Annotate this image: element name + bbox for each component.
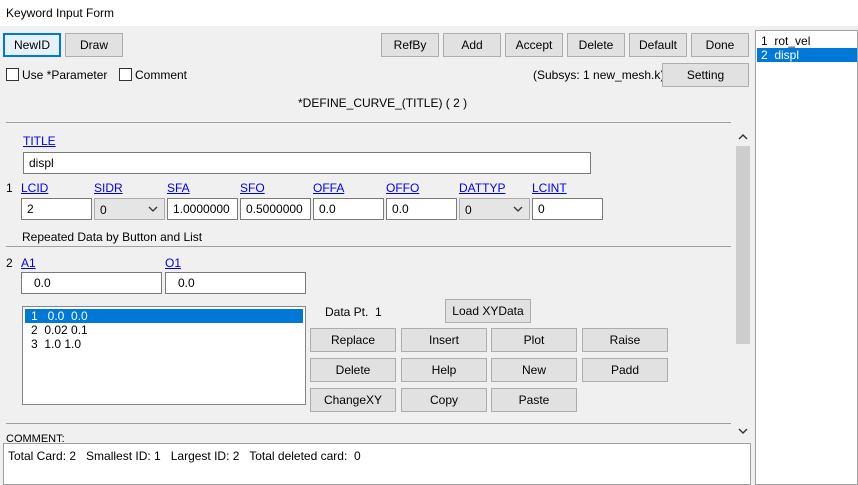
plot-button[interactable]: Plot bbox=[491, 328, 577, 352]
paste-button[interactable]: Paste bbox=[491, 388, 577, 412]
scrollbar-thumb[interactable] bbox=[736, 146, 750, 344]
accept-button[interactable]: Accept bbox=[505, 33, 563, 57]
a1-input[interactable] bbox=[21, 272, 162, 294]
sfa-label[interactable]: SFA bbox=[167, 181, 190, 195]
status-panel: Total Card: 2 Smallest ID: 1 Largest ID:… bbox=[3, 443, 751, 485]
title-input[interactable] bbox=[23, 152, 591, 174]
newid-button[interactable]: NewID bbox=[3, 33, 61, 57]
lcid-label[interactable]: LCID bbox=[21, 181, 48, 195]
sfa-input[interactable] bbox=[167, 198, 238, 220]
dattyp-select[interactable]: 0 bbox=[459, 198, 530, 220]
list-item[interactable]: 1 0.0 0.0 bbox=[25, 309, 303, 323]
insert-button[interactable]: Insert bbox=[401, 328, 487, 352]
data-pt-value: 1 bbox=[375, 305, 382, 319]
offa-input[interactable] bbox=[313, 198, 384, 220]
sidr-label[interactable]: SIDR bbox=[94, 181, 123, 195]
title-field-label[interactable]: TITLE bbox=[23, 134, 56, 148]
comment-label: COMMENT: bbox=[6, 433, 65, 442]
padd-button[interactable]: Padd bbox=[582, 358, 668, 382]
offa-label[interactable]: OFFA bbox=[313, 181, 344, 195]
list-item[interactable]: 3 1.0 1.0 bbox=[25, 337, 81, 351]
xy-data-list[interactable]: 1 0.0 0.0 2 0.02 0.1 3 1.0 1.0 bbox=[22, 306, 306, 405]
o1-label[interactable]: O1 bbox=[165, 256, 181, 270]
title-bar: Keyword Input Form bbox=[0, 0, 858, 26]
offo-input[interactable] bbox=[386, 198, 457, 220]
comment-checkbox-label: Comment bbox=[135, 68, 188, 82]
o1-input[interactable] bbox=[165, 272, 306, 294]
list-item[interactable]: 1 rot_vel bbox=[757, 34, 857, 48]
sfo-label[interactable]: SFO bbox=[240, 181, 265, 195]
sidr-select[interactable]: 0 bbox=[94, 198, 165, 220]
scroll-down-icon[interactable] bbox=[737, 425, 749, 437]
card1-row-number: 1 bbox=[6, 181, 13, 195]
keyword-header: *DEFINE_CURVE_(TITLE) ( 2 ) bbox=[298, 96, 468, 110]
subsys-label: (Subsys: 1 new_mesh.k) bbox=[533, 68, 665, 82]
help-button[interactable]: Help bbox=[401, 358, 487, 382]
divider bbox=[6, 122, 731, 123]
lcint-label[interactable]: LCINT bbox=[532, 181, 567, 195]
lcint-input[interactable] bbox=[532, 198, 603, 220]
dattyp-label[interactable]: DATTYP bbox=[459, 181, 505, 195]
offo-label[interactable]: OFFO bbox=[386, 181, 419, 195]
delete-button[interactable]: Delete bbox=[567, 33, 625, 57]
chevron-down-icon bbox=[513, 206, 523, 212]
draw-button[interactable]: Draw bbox=[65, 33, 123, 57]
list-item[interactable]: 2 0.02 0.1 bbox=[25, 323, 88, 337]
a1-label[interactable]: A1 bbox=[21, 256, 36, 270]
copy-button[interactable]: Copy bbox=[401, 388, 487, 412]
comment-section: COMMENT: bbox=[6, 433, 76, 442]
changexy-button[interactable]: ChangeXY bbox=[310, 388, 396, 412]
sfo-input[interactable] bbox=[240, 198, 311, 220]
sidr-value: 0 bbox=[100, 203, 107, 217]
comment-checkbox[interactable] bbox=[119, 68, 132, 81]
keyword-id-list[interactable]: 1 rot_vel 2 displ bbox=[755, 30, 858, 485]
done-button[interactable]: Done bbox=[691, 33, 749, 57]
new-button[interactable]: New bbox=[491, 358, 577, 382]
replace-button[interactable]: Replace bbox=[310, 328, 396, 352]
setting-button[interactable]: Setting bbox=[662, 63, 749, 87]
card2-row-number: 2 bbox=[6, 256, 13, 270]
use-parameter-checkbox[interactable] bbox=[6, 68, 19, 81]
data-pt-label: Data Pt. bbox=[325, 305, 369, 319]
lcid-input[interactable] bbox=[21, 198, 92, 220]
status-text: Total Card: 2 Smallest ID: 1 Largest ID:… bbox=[8, 449, 361, 463]
window-title: Keyword Input Form bbox=[6, 6, 115, 20]
refby-button[interactable]: RefBy bbox=[381, 33, 439, 57]
repeated-data-label: Repeated Data by Button and List bbox=[22, 230, 203, 244]
list-item[interactable]: 2 displ bbox=[757, 48, 857, 62]
dattyp-value: 0 bbox=[465, 203, 472, 217]
add-button[interactable]: Add bbox=[443, 33, 501, 57]
raise-button[interactable]: Raise bbox=[582, 328, 668, 352]
chevron-down-icon bbox=[148, 206, 158, 212]
divider bbox=[6, 246, 731, 247]
use-parameter-label: Use *Parameter bbox=[22, 68, 108, 82]
divider bbox=[6, 423, 731, 424]
load-xydata-button[interactable]: Load XYData bbox=[445, 299, 531, 323]
default-button[interactable]: Default bbox=[629, 33, 687, 57]
delete-row-button[interactable]: Delete bbox=[310, 358, 396, 382]
scroll-up-icon[interactable] bbox=[737, 131, 749, 143]
